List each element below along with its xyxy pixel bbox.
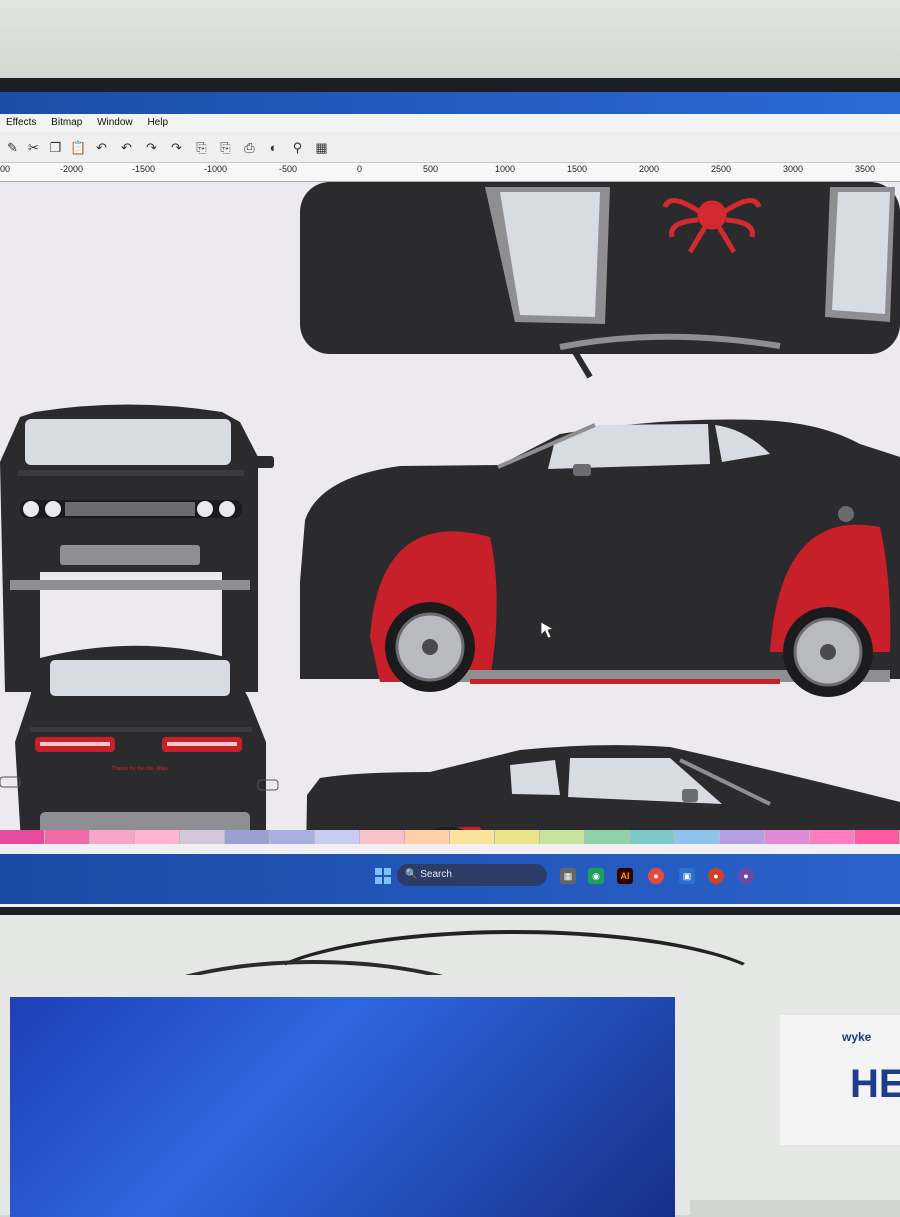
undo-icon[interactable]: ↶ xyxy=(93,139,110,156)
taskbar-search-placeholder: Search xyxy=(420,869,452,880)
undo-list-icon[interactable]: ↶ xyxy=(118,139,135,156)
redo-icon[interactable]: ↷ xyxy=(143,139,160,156)
palette-swatch[interactable] xyxy=(810,830,855,844)
toolbar: ✎ ✂ ❐ 📋 ↶ ↶ ↷ ↷ ⎘ ⎘ ⎙ ◐ ⚲ ▦ xyxy=(0,132,900,163)
box-logo: wyke xyxy=(842,1030,872,1044)
ruler-label: 3000 xyxy=(783,164,804,174)
laptop-screen xyxy=(10,997,675,1217)
ruler-label: -1000 xyxy=(204,164,228,174)
laptop xyxy=(0,975,690,1217)
menu-effects[interactable]: Effects xyxy=(0,114,42,128)
palette-icon[interactable]: ◐ xyxy=(265,139,282,156)
taskbar-search[interactable]: 🔍 Search xyxy=(397,864,547,886)
palette-swatch[interactable] xyxy=(675,830,720,844)
ruler-label: 500 xyxy=(423,164,439,174)
palette-swatch[interactable] xyxy=(225,830,270,844)
palette-swatch[interactable] xyxy=(720,830,765,844)
car-side-view-front[interactable] xyxy=(300,419,900,697)
color-grid-icon[interactable]: ▦ xyxy=(313,139,330,156)
menu-help[interactable]: Help xyxy=(141,114,174,128)
teams-icon[interactable]: ● xyxy=(738,868,754,884)
palette-swatch[interactable] xyxy=(855,830,900,844)
ruler-label: 00 xyxy=(0,164,11,174)
ruler-label: 2000 xyxy=(639,164,660,174)
copy-icon[interactable]: ❐ xyxy=(47,139,64,156)
palette-swatch[interactable] xyxy=(45,830,90,844)
palette-swatch[interactable] xyxy=(540,830,585,844)
palette-swatch[interactable] xyxy=(405,830,450,844)
windows-taskbar: 🔍 Search ▦ ◉ AI ● ▣ ● ● xyxy=(0,854,900,904)
car-artwork: Thanks for the ride, Miles xyxy=(0,182,900,907)
edge-browser-icon[interactable]: ◉ xyxy=(588,868,604,884)
palette-swatch[interactable] xyxy=(180,830,225,844)
palette-swatch[interactable] xyxy=(585,830,630,844)
illustrator-icon[interactable]: AI xyxy=(617,868,633,884)
import-icon[interactable]: ⎘ xyxy=(193,139,210,156)
paste-icon[interactable]: 📋 xyxy=(70,139,87,156)
ruler-label: -500 xyxy=(279,164,298,174)
illustrator-label: AI xyxy=(620,871,630,881)
menu-bitmap[interactable]: Bitmap xyxy=(45,114,88,128)
print-icon[interactable]: ⎙ xyxy=(241,139,258,156)
ruler-label: 1500 xyxy=(567,164,588,174)
powerpoint-icon[interactable]: ● xyxy=(708,868,724,884)
ruler-label: 1000 xyxy=(495,164,516,174)
palette-swatch[interactable] xyxy=(90,830,135,844)
screen: Effects Bitmap Window Help ✎ ✂ ❐ 📋 ↶ ↶ ↷… xyxy=(0,92,900,907)
palette-swatch[interactable] xyxy=(315,830,360,844)
ruler-label: -1500 xyxy=(132,164,156,174)
rear-bumper-text: Thanks for the ride, Miles xyxy=(112,766,169,772)
cut-icon[interactable]: ✂ xyxy=(25,139,42,156)
car-side-view-rear[interactable] xyxy=(306,745,900,907)
chrome-icon[interactable]: ● xyxy=(648,868,664,884)
menu-window[interactable]: Window xyxy=(91,114,139,128)
pen-icon[interactable]: ✎ xyxy=(4,139,21,156)
ruler-label: 2500 xyxy=(711,164,732,174)
ruler-label: 3500 xyxy=(855,164,876,174)
redo-list-icon[interactable]: ↷ xyxy=(168,139,185,156)
palette-swatch[interactable] xyxy=(270,830,315,844)
palette-swatch[interactable] xyxy=(0,830,45,844)
ruler-label: 0 xyxy=(357,164,363,174)
menu-bar: Effects Bitmap Window Help xyxy=(0,114,900,132)
palette-swatch[interactable] xyxy=(360,830,405,844)
box-label: HE xyxy=(850,1062,900,1106)
drawing-canvas[interactable]: Thanks for the ride, Miles xyxy=(0,182,900,907)
eyedropper-icon[interactable]: ⚲ xyxy=(289,139,306,156)
export-icon[interactable]: ⎘ xyxy=(217,139,234,156)
car-top-view[interactable] xyxy=(300,182,900,379)
horizontal-ruler: 00 -2000 -1500 -1000 -500 0 500 1000 150… xyxy=(0,163,900,182)
palette-swatch[interactable] xyxy=(765,830,810,844)
files-app-icon[interactable]: ▦ xyxy=(560,868,576,884)
palette-swatch[interactable] xyxy=(135,830,180,844)
windows-start-icon[interactable] xyxy=(375,868,391,884)
color-palette[interactable] xyxy=(0,830,900,844)
palette-swatch[interactable] xyxy=(495,830,540,844)
palette-swatch[interactable] xyxy=(630,830,675,844)
ruler-label: -2000 xyxy=(60,164,84,174)
title-bar xyxy=(0,92,900,114)
work-app-icon[interactable]: ▣ xyxy=(679,868,695,884)
palette-swatch[interactable] xyxy=(450,830,495,844)
